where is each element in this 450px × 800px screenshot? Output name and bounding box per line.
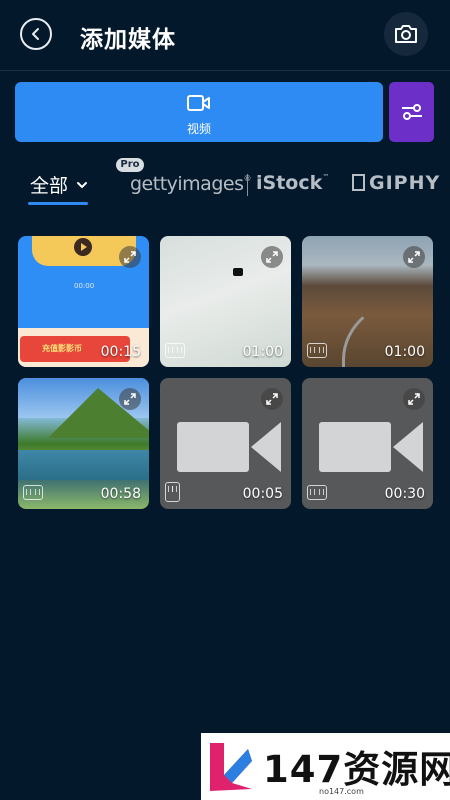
ad-time-text: 00:00 <box>74 282 95 290</box>
ad-banner-text: 充值影影币 <box>42 344 82 353</box>
site-logo-icon <box>210 743 252 791</box>
video-type-button[interactable]: 视频 <box>15 82 383 142</box>
sliders-icon <box>401 104 422 120</box>
video-camera-icon <box>187 95 210 111</box>
chevron-down-icon <box>76 172 88 194</box>
expand-icon[interactable] <box>261 388 283 410</box>
film-strip-icon <box>165 482 180 502</box>
duration-label: 00:05 <box>242 486 283 502</box>
media-tile[interactable]: 00:58 <box>18 378 149 509</box>
gettyimages-logo-text: gettyimages <box>130 173 244 195</box>
duration-label: 00:30 <box>384 486 425 502</box>
page-title: 添加媒体 <box>80 27 176 53</box>
film-icon <box>307 343 327 358</box>
tab-istock[interactable]: iStock™ <box>256 172 329 194</box>
duration-label: 00:58 <box>100 486 141 502</box>
video-type-label: 视频 <box>186 122 211 136</box>
video-placeholder-lens <box>393 422 423 472</box>
watermark-url: no147.com <box>319 787 364 796</box>
duration-label: 01:00 <box>242 344 283 360</box>
video-placeholder-icon <box>177 422 249 472</box>
video-placeholder-icon <box>319 422 391 472</box>
expand-icon[interactable] <box>261 246 283 268</box>
top-bar: 添加媒体 <box>0 0 450 71</box>
pro-badge: Pro <box>116 158 144 172</box>
watermark: 147资源网 no147.com <box>201 733 450 800</box>
giphy-logo-text: GIPHY <box>369 172 441 194</box>
media-tile[interactable]: 00:30 <box>302 378 433 509</box>
media-tile[interactable]: 00:00 充值影影币 00:15 <box>18 236 149 367</box>
media-tile[interactable]: 01:00 <box>160 236 291 367</box>
watermark-text: 147资源网 <box>263 748 450 791</box>
tab-all-label: 全部 <box>30 175 69 197</box>
filter-button[interactable] <box>389 82 434 142</box>
film-icon <box>23 485 43 500</box>
source-divider <box>247 174 248 196</box>
camera-icon <box>395 25 417 43</box>
lake <box>18 450 149 480</box>
add-media-screen: 添加媒体 视频 全部 Pro gettyimages® iStock™ GIPH… <box>0 0 450 800</box>
camera-button[interactable] <box>384 12 428 56</box>
expand-icon[interactable] <box>119 246 141 268</box>
giphy-mark-icon <box>352 174 365 191</box>
tab-giphy[interactable]: GIPHY <box>352 172 440 194</box>
expand-icon[interactable] <box>403 388 425 410</box>
back-button[interactable] <box>20 18 52 50</box>
skier-figure <box>233 268 243 276</box>
play-icon <box>74 238 92 256</box>
expand-icon[interactable] <box>403 246 425 268</box>
active-tab-indicator <box>28 202 88 205</box>
istock-logo-text: iStock <box>256 172 323 194</box>
media-tile[interactable]: 00:05 <box>160 378 291 509</box>
chevron-left-icon <box>32 28 39 40</box>
tab-all[interactable]: 全部 <box>30 171 88 198</box>
media-tile[interactable]: 01:00 <box>302 236 433 367</box>
duration-label: 01:00 <box>384 344 425 360</box>
film-icon <box>165 343 185 358</box>
duration-label: 00:15 <box>100 344 141 360</box>
film-icon <box>307 485 327 500</box>
tab-gettyimages[interactable]: gettyimages® <box>130 173 251 195</box>
expand-icon[interactable] <box>119 388 141 410</box>
video-placeholder-lens <box>251 422 281 472</box>
